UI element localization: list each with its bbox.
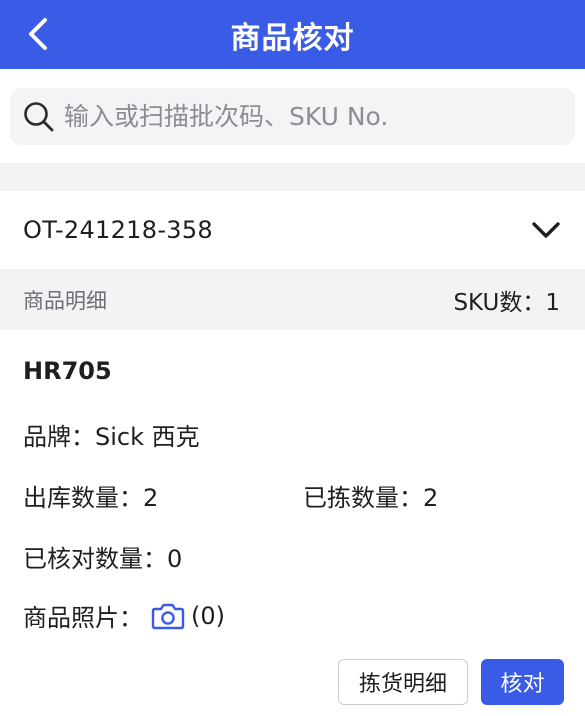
section-title: 商品明细 — [23, 288, 107, 313]
chevron-left-icon — [29, 18, 47, 50]
chevron-down-icon — [532, 222, 560, 238]
checked-qty-value: 0 — [167, 545, 183, 573]
order-number: OT-241218-358 — [23, 216, 213, 244]
camera-icon[interactable] — [151, 601, 185, 631]
search-box[interactable] — [10, 88, 575, 145]
back-button[interactable] — [18, 14, 58, 54]
picked-qty-value: 2 — [423, 484, 439, 512]
app-header: 商品核对 — [0, 0, 585, 69]
page-title: 商品核对 — [230, 20, 355, 56]
photo-row: 商品照片： (0) — [23, 598, 225, 633]
picked-qty-row: 已拣数量：2 — [303, 478, 438, 513]
photo-count: (0) — [191, 601, 225, 630]
search-section — [0, 69, 585, 163]
section-header: 商品明细 SKU数：1 — [0, 269, 585, 330]
verify-button[interactable]: 核对 — [481, 659, 564, 705]
brand-label: 品牌： — [23, 423, 95, 451]
photo-label: 商品照片： — [23, 604, 143, 632]
sku-count-value: 1 — [545, 289, 560, 316]
order-selector[interactable]: OT-241218-358 — [0, 191, 585, 269]
search-input[interactable] — [64, 102, 564, 131]
outbound-qty-value: 2 — [143, 484, 159, 512]
outbound-qty-label: 出库数量： — [23, 484, 143, 512]
brand-value: Sick 西克 — [95, 423, 200, 451]
picking-detail-button[interactable]: 拣货明细 — [338, 659, 468, 705]
sku-count: SKU数：1 — [453, 283, 560, 317]
search-icon — [24, 101, 54, 131]
item-code: HR705 — [23, 357, 112, 385]
sku-count-label: SKU数： — [453, 289, 546, 316]
picked-qty-label: 已拣数量： — [303, 484, 423, 512]
checked-qty-label: 已核对数量： — [23, 545, 167, 573]
item-card: HR705 品牌：Sick 西克 出库数量：2 已拣数量：2 已核对数量：0 商… — [0, 330, 585, 716]
brand-row: 品牌：Sick 西克 — [23, 417, 200, 452]
checked-qty-row: 已核对数量：0 — [23, 539, 182, 574]
outbound-qty-row: 出库数量：2 — [23, 478, 158, 513]
